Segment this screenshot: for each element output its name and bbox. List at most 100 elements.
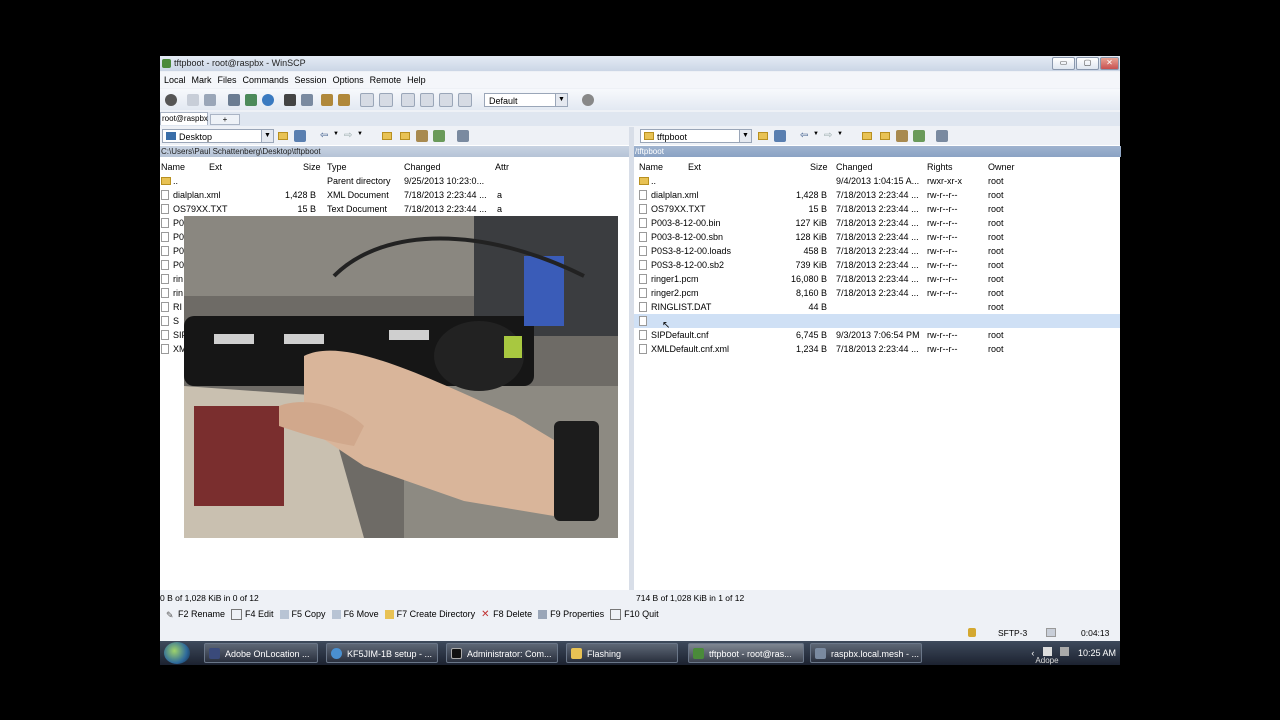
close-button[interactable]: ✕: [1100, 57, 1119, 70]
invert-selection-icon[interactable]: [458, 92, 472, 107]
quit-button[interactable]: F10 Quit: [610, 608, 659, 620]
taskbar-button-setup[interactable]: KF5JIM-1B setup - ...: [326, 643, 438, 663]
menu-session[interactable]: Session: [295, 75, 327, 85]
properties-button[interactable]: F9 Properties: [538, 609, 604, 619]
table-row[interactable]: XMLDefault.cnf.xml 1,234 B 7/18/2013 2:2…: [634, 342, 1120, 356]
volume-icon[interactable]: [1060, 647, 1070, 656]
col-size[interactable]: Size: [810, 162, 828, 172]
parent-directory-icon[interactable]: [862, 132, 872, 140]
col-type[interactable]: Type: [327, 162, 347, 172]
table-row[interactable]: RINGLIST.DAT 44 B root: [634, 300, 1120, 314]
open-folder-icon[interactable]: [758, 132, 768, 140]
root-directory-icon[interactable]: [880, 132, 890, 140]
chevron-down-icon[interactable]: ▼: [837, 131, 843, 137]
table-row[interactable]: P0S3-8-12-00.sb2 739 KiB 7/18/2013 2:23:…: [634, 258, 1120, 272]
filter-icon[interactable]: [401, 92, 415, 107]
back-icon[interactable]: ⇦: [320, 130, 328, 141]
local-icon[interactable]: [187, 93, 199, 106]
table-row[interactable]: dialplan.xml 1,428 B XML Document 7/18/2…: [160, 188, 629, 202]
col-ext[interactable]: Ext: [688, 162, 701, 172]
clock[interactable]: 10:25 AM: [1078, 648, 1116, 658]
open-folder-icon[interactable]: [278, 132, 288, 140]
col-changed[interactable]: Changed: [836, 162, 873, 172]
table-row[interactable]: SIPDefault.cnf 6,745 B 9/3/2013 7:06:54 …: [634, 328, 1120, 342]
session-icon[interactable]: [338, 93, 350, 106]
root-directory-icon[interactable]: [400, 132, 410, 140]
title-bar[interactable]: tftpboot - root@raspbx - WinSCP ▭ ▢ ✕: [160, 56, 1120, 71]
preferences-icon[interactable]: [165, 93, 177, 106]
menu-options[interactable]: Options: [333, 75, 364, 85]
chevron-down-icon[interactable]: ▼: [333, 131, 339, 137]
table-row-selected[interactable]: ↖: [634, 314, 1120, 331]
copy-button[interactable]: F5 Copy: [279, 609, 326, 619]
table-row[interactable]: .. 9/4/2013 1:04:15 A... rwxr-xr-x root: [634, 174, 1120, 188]
move-button[interactable]: F6 Move: [331, 609, 379, 619]
select-icon[interactable]: [420, 92, 434, 107]
menu-commands[interactable]: Commands: [243, 75, 289, 85]
putty-icon[interactable]: [301, 93, 313, 106]
expand-icon[interactable]: [360, 92, 374, 107]
synchronize-icon[interactable]: [228, 93, 240, 106]
refresh-icon[interactable]: [262, 93, 274, 106]
col-size[interactable]: Size: [303, 162, 321, 172]
chevron-down-icon[interactable]: ▼: [813, 131, 819, 137]
taskbar-button-putty[interactable]: raspbx.local.mesh - ...: [810, 643, 922, 663]
menu-local[interactable]: Local: [164, 75, 186, 85]
tree-icon[interactable]: [936, 130, 948, 142]
delete-button[interactable]: ✕ F8 Delete: [481, 609, 532, 619]
unselect-icon[interactable]: [439, 92, 453, 107]
tray-chevron-icon[interactable]: ‹: [1031, 648, 1034, 658]
start-button[interactable]: [162, 641, 192, 665]
filter-view-icon[interactable]: [774, 130, 786, 142]
compare-icon[interactable]: [245, 93, 257, 106]
menu-help[interactable]: Help: [407, 75, 426, 85]
table-row[interactable]: OS79XX.TXT 15 B Text Document 7/18/2013 …: [160, 202, 629, 216]
menu-mark[interactable]: Mark: [192, 75, 212, 85]
table-row[interactable]: dialplan.xml 1,428 B 7/18/2013 2:23:44 .…: [634, 188, 1120, 202]
col-ext[interactable]: Ext: [209, 162, 222, 172]
table-row[interactable]: P003-8-12-00.sbn 128 KiB 7/18/2013 2:23:…: [634, 230, 1120, 244]
col-attr[interactable]: Attr: [495, 162, 509, 172]
table-row[interactable]: P0S3-8-12-00.loads 458 B 7/18/2013 2:23:…: [634, 244, 1120, 258]
table-row[interactable]: OS79XX.TXT 15 B 7/18/2013 2:23:44 ... rw…: [634, 202, 1120, 216]
tree-icon[interactable]: [457, 130, 469, 142]
table-row[interactable]: ringer1.pcm 16,080 B 7/18/2013 2:23:44 .…: [634, 272, 1120, 286]
refresh-icon[interactable]: [913, 130, 925, 142]
table-row[interactable]: ringer2.pcm 8,160 B 7/18/2013 2:23:44 ..…: [634, 286, 1120, 300]
collapse-icon[interactable]: [379, 92, 393, 107]
find-files-icon[interactable]: [321, 93, 333, 106]
edit-button[interactable]: F4 Edit: [231, 608, 274, 620]
create-directory-button[interactable]: F7 Create Directory: [384, 609, 475, 619]
maximize-button[interactable]: ▢: [1076, 57, 1099, 70]
minimize-button[interactable]: ▭: [1052, 57, 1075, 70]
back-icon[interactable]: ⇦: [800, 130, 808, 141]
home-icon[interactable]: [416, 130, 428, 142]
col-owner[interactable]: Owner: [988, 162, 1015, 172]
transfer-options-icon[interactable]: [582, 93, 594, 106]
local-location-select[interactable]: Desktop ▼: [162, 129, 274, 143]
forward-icon[interactable]: ⇨: [824, 130, 832, 141]
forward-icon[interactable]: ⇨: [344, 130, 352, 141]
remote-location-select[interactable]: tftpboot ▼: [640, 129, 752, 143]
session-tab-active[interactable]: root@raspbx: [160, 112, 208, 125]
filter-view-icon[interactable]: [294, 130, 306, 142]
col-changed[interactable]: Changed: [404, 162, 441, 172]
refresh-icon[interactable]: [433, 130, 445, 142]
taskbar-button-winscp[interactable]: tftpboot - root@ras...: [688, 643, 804, 663]
menu-remote[interactable]: Remote: [370, 75, 402, 85]
home-icon[interactable]: [896, 130, 908, 142]
console-icon[interactable]: [284, 93, 296, 106]
new-session-tab[interactable]: +: [210, 114, 240, 125]
menu-files[interactable]: Files: [218, 75, 237, 85]
table-row[interactable]: P003-8-12-00.bin 127 KiB 7/18/2013 2:23:…: [634, 216, 1120, 230]
transfer-settings-select[interactable]: Default ▼: [484, 92, 568, 107]
col-name[interactable]: Name: [639, 162, 663, 172]
col-rights[interactable]: Rights: [927, 162, 953, 172]
rename-button[interactable]: ✎ F2 Rename: [166, 609, 225, 620]
col-name[interactable]: Name: [161, 162, 185, 172]
taskbar-button-flashing[interactable]: Flashing: [566, 643, 678, 663]
parent-directory-icon[interactable]: [382, 132, 392, 140]
taskbar-button-adobe-onlocation[interactable]: Adobe OnLocation ...: [204, 643, 318, 663]
table-row[interactable]: .. Parent directory 9/25/2013 10:23:0...: [160, 174, 629, 188]
queue-icon[interactable]: [204, 93, 216, 106]
